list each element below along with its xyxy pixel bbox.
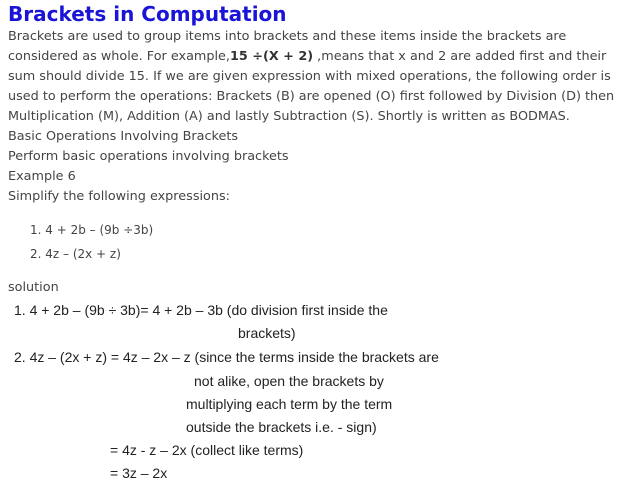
solution-step-2-result: = 3z – 2x bbox=[110, 465, 168, 481]
solution-step-2-note-1: not alike, open the brackets by bbox=[194, 373, 384, 389]
solution-step-2-note-3: outside the brackets i.e. - sign) bbox=[186, 419, 377, 435]
article-page: Brackets in Computation Brackets are use… bbox=[0, 0, 629, 500]
intro-paragraph: Brackets are used to group items into br… bbox=[8, 27, 620, 127]
solution-step-1: 1. 4 + 2b – (9b ÷ 3b)= 4 + 2b – 3b (do d… bbox=[14, 302, 388, 318]
exercise-item-1: 1. 4 + 2b – (9b ÷3b) bbox=[30, 223, 154, 237]
solution-step-2: 2. 4z – (2x + z) = 4z – 2x – z (since th… bbox=[14, 349, 439, 365]
subheading-basic-operations: Basic Operations Involving Brackets bbox=[8, 129, 239, 144]
solution-step-2-note-2: multiplying each term by the term bbox=[186, 396, 393, 412]
page-title: Brackets in Computation bbox=[8, 2, 287, 26]
solution-step-1-continued: brackets) bbox=[238, 325, 296, 341]
subheading-perform-operations: Perform basic operations involving brack… bbox=[8, 149, 289, 164]
instruction-text: Simplify the following expressions: bbox=[8, 189, 230, 204]
exercise-item-2: 2. 4z – (2x + z) bbox=[30, 247, 121, 261]
intro-bold-expression: 15 ÷(X + 2) bbox=[230, 49, 314, 64]
example-label: Example 6 bbox=[8, 169, 76, 184]
solution-step-2-collect: = 4z - z – 2x (collect like terms) bbox=[110, 442, 304, 458]
solution-label: solution bbox=[8, 280, 59, 295]
